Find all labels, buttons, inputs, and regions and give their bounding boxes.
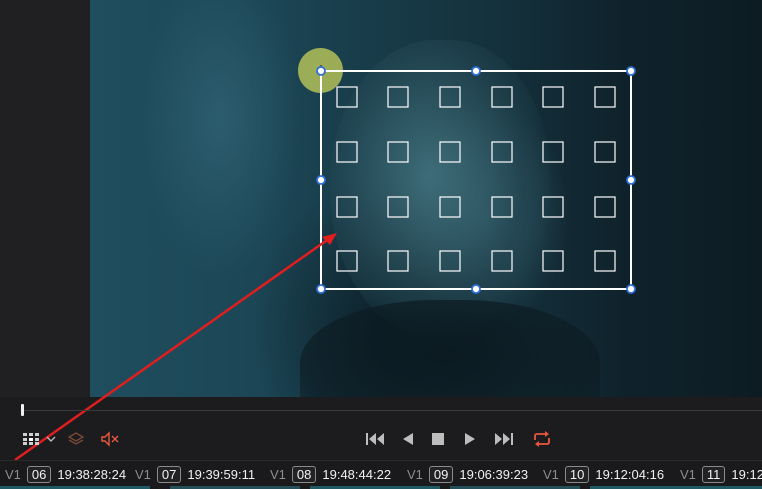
clip-number-badge: 07 — [156, 465, 182, 483]
clip-item[interactable]: V1 08 19:48:44:22 — [270, 465, 391, 483]
clip-timecode: 19:12 — [731, 466, 762, 482]
subject-face — [330, 40, 550, 340]
grid-view-icon[interactable] — [22, 430, 40, 448]
viewer-controls — [0, 424, 762, 454]
clip-number-badge: 06 — [26, 465, 52, 483]
clip-track-label: V1 — [680, 466, 696, 482]
clip-track-label: V1 — [5, 466, 21, 482]
clip-item[interactable]: V1 09 19:06:39:23 — [407, 465, 528, 483]
timeline-scrubber[interactable] — [20, 410, 762, 411]
clip-track-label: V1 — [543, 466, 559, 482]
clip-thumbnail-strip: V1 06 19:38:28:24 V1 07 19:39:59:11 V1 0… — [0, 460, 762, 489]
mute-audio-icon[interactable] — [99, 430, 121, 448]
clip-track-label: V1 — [407, 466, 423, 482]
clip-track-label: V1 — [135, 466, 151, 482]
clip-timecode: 19:06:39:23 — [459, 466, 529, 482]
stop-icon[interactable] — [429, 430, 447, 448]
playhead-handle[interactable] — [21, 404, 24, 416]
viewer-left-gutter — [0, 0, 90, 397]
video-frame[interactable] — [90, 0, 762, 397]
clip-item[interactable]: V1 10 19:12:04:16 — [543, 465, 664, 483]
clip-track-label: V1 — [270, 466, 286, 482]
skip-to-start-icon[interactable] — [363, 430, 387, 448]
skip-to-end-icon[interactable] — [492, 430, 516, 448]
clip-item[interactable]: V1 06 19:38:28:24 — [5, 465, 126, 483]
subject-shoulder — [300, 300, 600, 397]
clip-number-badge: 09 — [428, 465, 454, 483]
clip-item[interactable]: V1 07 19:39:59:11 — [135, 465, 255, 483]
clip-number-badge: 11 — [701, 465, 726, 483]
video-viewer[interactable] — [0, 0, 762, 397]
clip-timecode: 19:12:04:16 — [595, 466, 665, 482]
clip-number-badge: 10 — [564, 465, 590, 483]
clip-timecode: 19:39:59:11 — [187, 466, 256, 482]
clip-item[interactable]: V1 11 19:12 — [680, 465, 762, 483]
chevron-down-icon[interactable] — [44, 432, 58, 446]
layers-icon[interactable] — [66, 430, 86, 448]
clip-timecode: 19:38:28:24 — [57, 466, 127, 482]
move-cursor-icon — [318, 65, 324, 75]
clip-number-badge: 08 — [291, 465, 317, 483]
play-reverse-icon[interactable] — [398, 430, 418, 448]
clip-timecode: 19:48:44:22 — [322, 466, 392, 482]
play-icon[interactable] — [461, 430, 479, 448]
loop-icon[interactable] — [530, 429, 554, 449]
